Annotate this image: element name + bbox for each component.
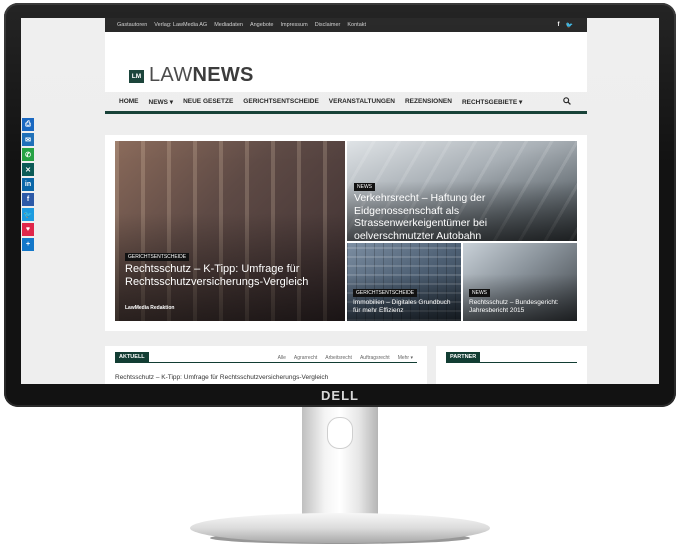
logo-law: LAW	[149, 64, 193, 86]
twitter-share-button[interactable]: 🐦	[22, 208, 34, 221]
share-bar: ⎙ ✉ ✆ ✕ in f 🐦 ♥ +	[22, 118, 36, 251]
print-share-button[interactable]: ⎙	[22, 118, 34, 131]
monitor-stage: Gastautoren Verlag: LawMedia AG Mediadat…	[0, 0, 680, 547]
filter-alle[interactable]: Alle	[278, 355, 286, 361]
topbar-link-angebote[interactable]: Angebote	[250, 22, 274, 28]
featured-tile-4[interactable]: NEWS Rechtsschutz – Bundesgericht: Jahre…	[463, 243, 577, 321]
tile-title[interactable]: Rechtsschutz – Bundesgericht: Jahresberi…	[469, 299, 575, 315]
nav-item-rezensionen[interactable]: REZENSIONEN	[405, 98, 452, 105]
topbar-social: f 🐦	[558, 22, 587, 29]
tile-title[interactable]: Immobilien – Digitales Grundbuch für meh…	[353, 299, 459, 315]
screen: Gastautoren Verlag: LawMedia AG Mediadat…	[21, 18, 659, 384]
topbar-link-verlag[interactable]: Verlag: LawMedia AG	[154, 22, 207, 28]
site-logo[interactable]: LAWNEWS	[149, 64, 254, 87]
tile-title[interactable]: Verkehrsrecht – Haftung der Eidgenossens…	[354, 192, 569, 241]
whatsapp-share-button[interactable]: ✆	[22, 148, 34, 161]
xing-share-button[interactable]: ✕	[22, 163, 34, 176]
cable-slot	[327, 417, 353, 449]
category-filters: Alle Agrarrecht Arbeitsrecht Auftragsrec…	[278, 355, 413, 361]
header: LM LAWNEWS	[105, 32, 587, 92]
filter-agrarrecht[interactable]: Agrarrecht	[294, 355, 317, 361]
featured-grid: GERICHTSENTSCHEIDE Rechtsschutz – K-Tipp…	[105, 135, 587, 331]
topbar-link-kontakt[interactable]: Kontakt	[347, 22, 366, 28]
logo-mark[interactable]: LM	[129, 70, 144, 83]
category-badge[interactable]: GERICHTSENTSCHEIDE	[353, 289, 418, 297]
nav-item-news[interactable]: NEWS ▾	[149, 98, 174, 106]
aktuell-block: AKTUELL Alle Agrarrecht Arbeitsrecht Auf…	[105, 346, 427, 384]
more-share-button[interactable]: +	[22, 238, 34, 251]
topbar-link-disclaimer[interactable]: Disclaimer	[315, 22, 341, 28]
topbar-link-gastautoren[interactable]: Gastautoren	[117, 22, 147, 28]
topbar-link-mediadaten[interactable]: Mediadaten	[214, 22, 243, 28]
partner-block: PARTNER	[436, 346, 587, 384]
twitter-icon[interactable]: 🐦	[566, 22, 573, 29]
nav-item-veranstaltungen[interactable]: VERANSTALTUNGEN	[329, 98, 395, 105]
email-share-button[interactable]: ✉	[22, 133, 34, 146]
category-badge[interactable]: GERICHTSENTSCHEIDE	[125, 253, 190, 261]
nav-item-rechtsgebiete[interactable]: RECHTSGEBIETE ▾	[462, 98, 522, 106]
search-icon[interactable]	[563, 96, 571, 107]
logo-news: NEWS	[192, 64, 254, 86]
news-item-link[interactable]: Rechtsschutz – K-Tipp: Umfrage für Recht…	[115, 374, 328, 381]
featured-tile-3[interactable]: GERICHTSENTSCHEIDE Immobilien – Digitale…	[347, 243, 461, 321]
facebook-icon[interactable]: f	[558, 22, 560, 29]
category-badge[interactable]: NEWS	[469, 289, 490, 297]
website-page: Gastautoren Verlag: LawMedia AG Mediadat…	[105, 18, 587, 114]
nav-item-home[interactable]: HOME	[119, 98, 139, 105]
filter-auftragsrecht[interactable]: Auftragsrecht	[360, 355, 390, 361]
featured-tile-2[interactable]: NEWS Verkehrsrecht – Haftung der Eidgeno…	[347, 141, 577, 241]
pocket-share-button[interactable]: ♥	[22, 223, 34, 236]
tile-author[interactable]: LawMedia Redaktion	[125, 305, 174, 311]
monitor-brand-logo: DELL	[321, 388, 359, 403]
category-badge[interactable]: NEWS	[354, 183, 375, 191]
top-bar: Gastautoren Verlag: LawMedia AG Mediadat…	[105, 18, 587, 32]
filter-mehr[interactable]: Mehr ▾	[398, 355, 413, 361]
nav-item-gerichtsentscheide[interactable]: GERICHTSENTSCHEIDE	[243, 98, 318, 105]
monitor-stand-base	[190, 513, 490, 543]
topbar-link-impressum[interactable]: Impressum	[281, 22, 308, 28]
tile-title[interactable]: Rechtsschutz – K-Tipp: Umfrage für Recht…	[125, 263, 320, 289]
main-nav: HOME NEWS ▾ NEUE GESETZE GERICHTSENTSCHE…	[105, 92, 587, 114]
featured-tile-1[interactable]: GERICHTSENTSCHEIDE Rechtsschutz – K-Tipp…	[115, 141, 345, 321]
linkedin-share-button[interactable]: in	[22, 178, 34, 191]
facebook-share-button[interactable]: f	[22, 193, 34, 206]
nav-item-neue-gesetze[interactable]: NEUE GESETZE	[183, 98, 233, 105]
filter-arbeitsrecht[interactable]: Arbeitsrecht	[325, 355, 352, 361]
